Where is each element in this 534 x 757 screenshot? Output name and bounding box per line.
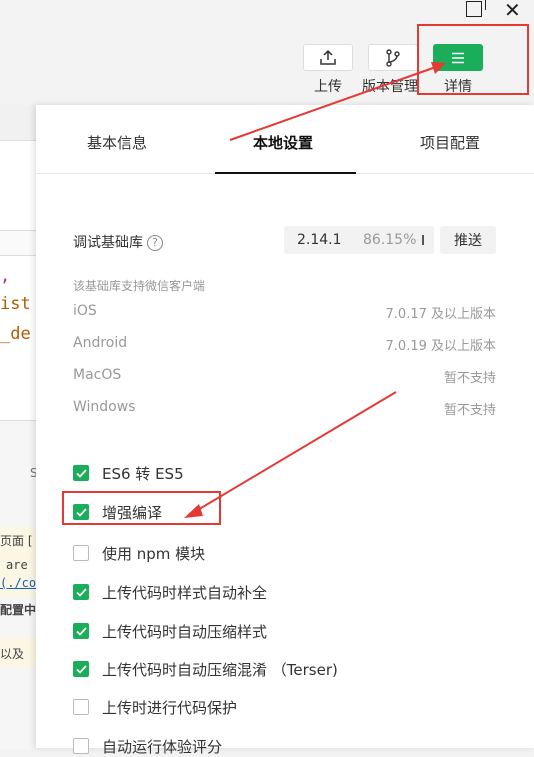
active-tab-indicator <box>215 172 356 174</box>
checkbox-checked-icon[interactable] <box>73 661 89 677</box>
code-fragment: _de <box>0 324 31 344</box>
console-link-fragment[interactable]: (./co <box>0 576 36 590</box>
option-label: 上传代码时自动压缩样式 <box>102 622 268 641</box>
checkbox-checked-icon[interactable] <box>73 584 89 600</box>
upload-tool[interactable]: 上传 <box>303 44 353 96</box>
editor-tab-strip <box>0 105 36 141</box>
option-label: 上传代码时自动压缩混淆 （Terser) <box>102 660 338 679</box>
push-button[interactable]: 推送 <box>440 226 496 254</box>
option-minify-terser[interactable]: 上传代码时自动压缩混淆 （Terser) <box>73 659 338 679</box>
option-code-protect[interactable]: 上传时进行代码保护 <box>73 697 237 717</box>
console-fragment: are <box>6 558 28 572</box>
version-button[interactable] <box>368 44 418 71</box>
checkbox-unchecked-icon[interactable] <box>73 699 89 715</box>
platform-value: 暂不支持 <box>443 371 496 386</box>
checkbox-unchecked-icon[interactable] <box>73 738 89 754</box>
checkbox-checked-icon[interactable] <box>73 465 89 481</box>
platform-value: 暂不支持 <box>443 403 496 418</box>
dropdown-handle-icon <box>422 235 424 245</box>
checkbox-checked-icon[interactable] <box>73 623 89 639</box>
annotation-highlight-enhanced-compile <box>62 491 221 525</box>
restore-window-icon[interactable] <box>466 0 486 17</box>
platform-label: iOS <box>73 303 97 319</box>
platform-value: 7.0.19 及以上版本 <box>385 339 496 354</box>
upload-icon <box>320 49 336 65</box>
editor-gutter-bar <box>0 230 36 256</box>
support-heading: 该基础库支持微信客户端 <box>73 279 206 293</box>
version-tool[interactable]: 版本管理 <box>362 44 418 96</box>
option-label: 自动运行体验评分 <box>102 737 223 756</box>
support-row: Android 7.0.19 及以上版本 <box>73 335 496 354</box>
tab-project-config[interactable]: 项目配置 <box>420 132 480 153</box>
branch-icon <box>386 48 400 67</box>
option-use-npm[interactable]: 使用 npm 模块 <box>73 543 205 563</box>
platform-label: MacOS <box>73 367 122 383</box>
platform-label: Windows <box>73 399 136 415</box>
debug-lib-row: 调试基础库? <box>73 232 163 252</box>
upload-button[interactable] <box>303 44 353 71</box>
platform-label: Android <box>73 335 128 351</box>
option-es6-to-es5[interactable]: ES6 转 ES5 <box>73 463 184 483</box>
option-label: 上传代码时样式自动补全 <box>102 583 268 602</box>
debug-lib-label: 调试基础库 <box>73 235 143 251</box>
details-panel: 基本信息 本地设置 项目配置 调试基础库? 2.14.1 86.15% 推送 该… <box>36 105 534 756</box>
option-label: 使用 npm 模块 <box>102 544 206 563</box>
debug-lib-coverage: 86.15% <box>363 232 417 248</box>
platform-value: 7.0.17 及以上版本 <box>385 307 496 322</box>
tab-local-settings[interactable]: 本地设置 <box>253 132 313 153</box>
support-row: Windows 暂不支持 <box>73 399 496 418</box>
debug-lib-version-select[interactable]: 2.14.1 86.15% <box>284 226 434 254</box>
option-label: ES6 转 ES5 <box>102 464 184 483</box>
code-fragment: , <box>0 266 11 286</box>
checkbox-unchecked-icon[interactable] <box>73 545 89 561</box>
option-minify-style[interactable]: 上传代码时自动压缩样式 <box>73 621 267 641</box>
support-row: iOS 7.0.17 及以上版本 <box>73 303 496 322</box>
tab-basic-info[interactable]: 基本信息 <box>87 132 147 153</box>
question-circle-icon[interactable]: ? <box>147 235 163 251</box>
code-fragment: ist <box>0 294 31 314</box>
version-label: 版本管理 <box>362 79 418 95</box>
panel-tabs: 基本信息 本地设置 项目配置 <box>36 105 534 174</box>
annotation-highlight-detail <box>417 24 529 95</box>
option-style-autoprefix[interactable]: 上传代码时样式自动补全 <box>73 582 267 602</box>
support-row: MacOS 暂不支持 <box>73 367 496 386</box>
close-window-icon[interactable]: ✕ <box>504 0 521 22</box>
console-fragment: 配置中 <box>0 603 37 617</box>
debug-lib-version: 2.14.1 <box>297 232 342 248</box>
window-controls: ✕ <box>444 0 534 22</box>
console-fragment: 以及 <box>0 647 25 661</box>
console-fragment: 页面 [ <box>0 534 33 548</box>
option-auto-audit[interactable]: 自动运行体验评分 <box>73 736 222 756</box>
upload-label: 上传 <box>314 79 342 95</box>
option-label: 上传时进行代码保护 <box>102 698 238 717</box>
